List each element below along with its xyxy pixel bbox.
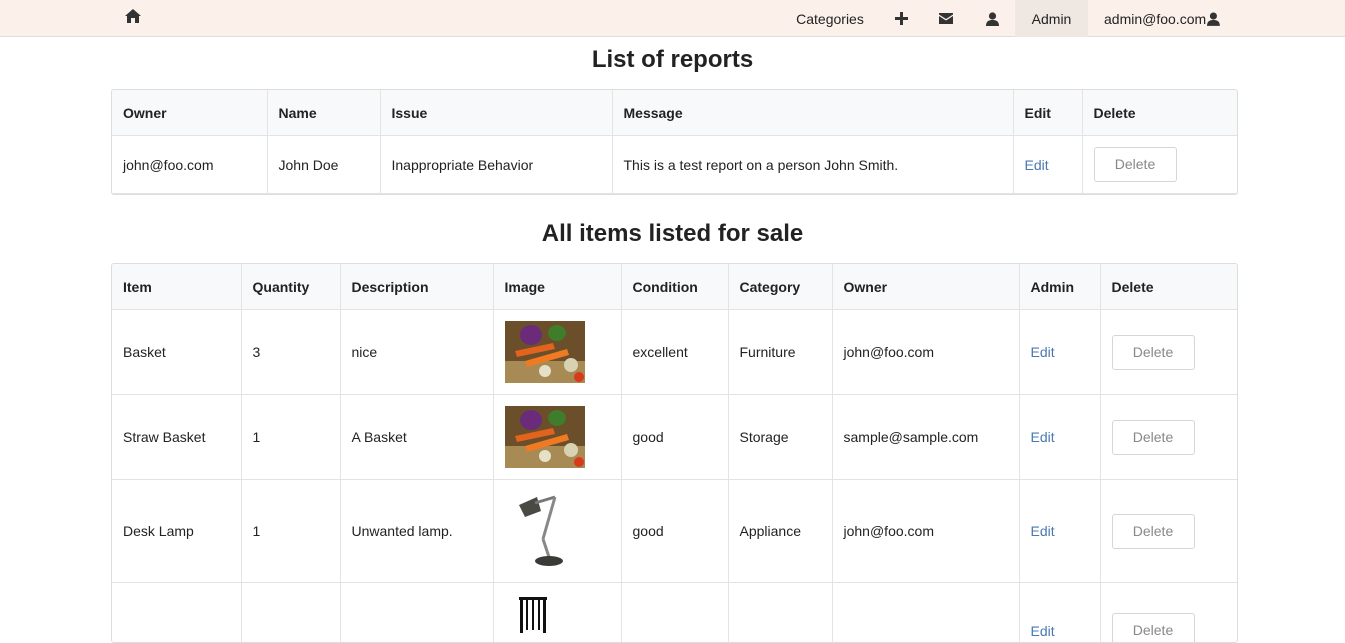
delete-button[interactable]: Delete: [1112, 514, 1195, 549]
desk-lamp-photo: [505, 491, 585, 571]
item-category: Storage: [728, 395, 832, 480]
item-owner: [832, 583, 1019, 643]
edit-link[interactable]: Edit: [1031, 429, 1055, 445]
column-header: Delete: [1082, 90, 1237, 136]
item-name: Straw Basket: [112, 395, 241, 480]
item-condition: excellent: [621, 310, 728, 395]
item-quantity: 3: [241, 310, 340, 395]
column-header: Image: [493, 264, 621, 310]
items-table: Item Quantity Description Image Conditio…: [111, 263, 1238, 643]
column-header: Owner: [832, 264, 1019, 310]
column-header: Condition: [621, 264, 728, 310]
items-title: All items listed for sale: [0, 220, 1345, 248]
report-message: This is a test report on a person John S…: [612, 136, 1013, 194]
item-owner: sample@sample.com: [832, 395, 1019, 480]
column-header: Name: [267, 90, 380, 136]
report-name: John Doe: [267, 136, 380, 194]
item-quantity: 1: [241, 480, 340, 583]
edit-link[interactable]: Edit: [1031, 344, 1055, 360]
column-header: Owner: [112, 90, 267, 136]
home-icon[interactable]: [124, 8, 146, 28]
table-row: Straw Basket 1 A Basket: [112, 395, 1237, 480]
item-description: [340, 583, 493, 643]
plus-icon[interactable]: [886, 0, 916, 37]
edit-link[interactable]: Edit: [1031, 523, 1055, 539]
edit-link[interactable]: Edit: [1031, 623, 1055, 639]
item-condition: good: [621, 480, 728, 583]
table-row: john@foo.com John Doe Inappropriate Beha…: [112, 136, 1237, 194]
column-header: Edit: [1013, 90, 1082, 136]
column-header: Item: [112, 264, 241, 310]
vegetable-basket-photo: [505, 406, 585, 468]
item-owner: john@foo.com: [832, 480, 1019, 583]
delete-button[interactable]: Delete: [1094, 147, 1177, 182]
vegetable-basket-photo: [505, 321, 585, 383]
table-row: Desk Lamp 1 Unwanted lamp. good Applianc…: [112, 480, 1237, 583]
nav-categories[interactable]: Categories: [784, 0, 876, 37]
column-header: Delete: [1100, 264, 1237, 310]
item-description: nice: [340, 310, 493, 395]
item-category: [728, 583, 832, 643]
column-header: Message: [612, 90, 1013, 136]
table-row: Edit Delete: [112, 583, 1237, 643]
item-category: Appliance: [728, 480, 832, 583]
user-icon: [1207, 12, 1220, 26]
envelope-icon[interactable]: [931, 0, 961, 37]
table-row: Basket 3 nice excel: [112, 310, 1237, 395]
nav-user-menu[interactable]: admin@foo.com: [1090, 0, 1220, 37]
column-header: Description: [340, 264, 493, 310]
column-header: Admin: [1019, 264, 1100, 310]
item-condition: good: [621, 395, 728, 480]
chair-photo: [505, 593, 585, 633]
table-header-row: Item Quantity Description Image Conditio…: [112, 264, 1237, 310]
item-description: Unwanted lamp.: [340, 480, 493, 583]
column-header: Quantity: [241, 264, 340, 310]
item-condition: [621, 583, 728, 643]
user-email: admin@foo.com: [1104, 11, 1206, 27]
edit-link[interactable]: Edit: [1025, 157, 1049, 173]
report-owner: john@foo.com: [112, 136, 267, 194]
item-owner: john@foo.com: [832, 310, 1019, 395]
item-quantity: [241, 583, 340, 643]
nav-admin[interactable]: Admin: [1015, 0, 1088, 37]
item-name: [112, 583, 241, 643]
table-header-row: Owner Name Issue Message Edit Delete: [112, 90, 1237, 136]
user-icon[interactable]: [977, 0, 1007, 37]
reports-title: List of reports: [0, 46, 1345, 74]
item-name: Basket: [112, 310, 241, 395]
item-name: Desk Lamp: [112, 480, 241, 583]
reports-table: Owner Name Issue Message Edit Delete joh…: [111, 89, 1238, 195]
delete-button[interactable]: Delete: [1112, 420, 1195, 455]
delete-button[interactable]: Delete: [1112, 613, 1195, 643]
delete-button[interactable]: Delete: [1112, 335, 1195, 370]
top-navbar: Categories Admin admin@foo.com: [0, 0, 1345, 37]
item-description: A Basket: [340, 395, 493, 480]
item-category: Furniture: [728, 310, 832, 395]
item-quantity: 1: [241, 395, 340, 480]
column-header: Issue: [380, 90, 612, 136]
column-header: Category: [728, 264, 832, 310]
report-issue: Inappropriate Behavior: [380, 136, 612, 194]
